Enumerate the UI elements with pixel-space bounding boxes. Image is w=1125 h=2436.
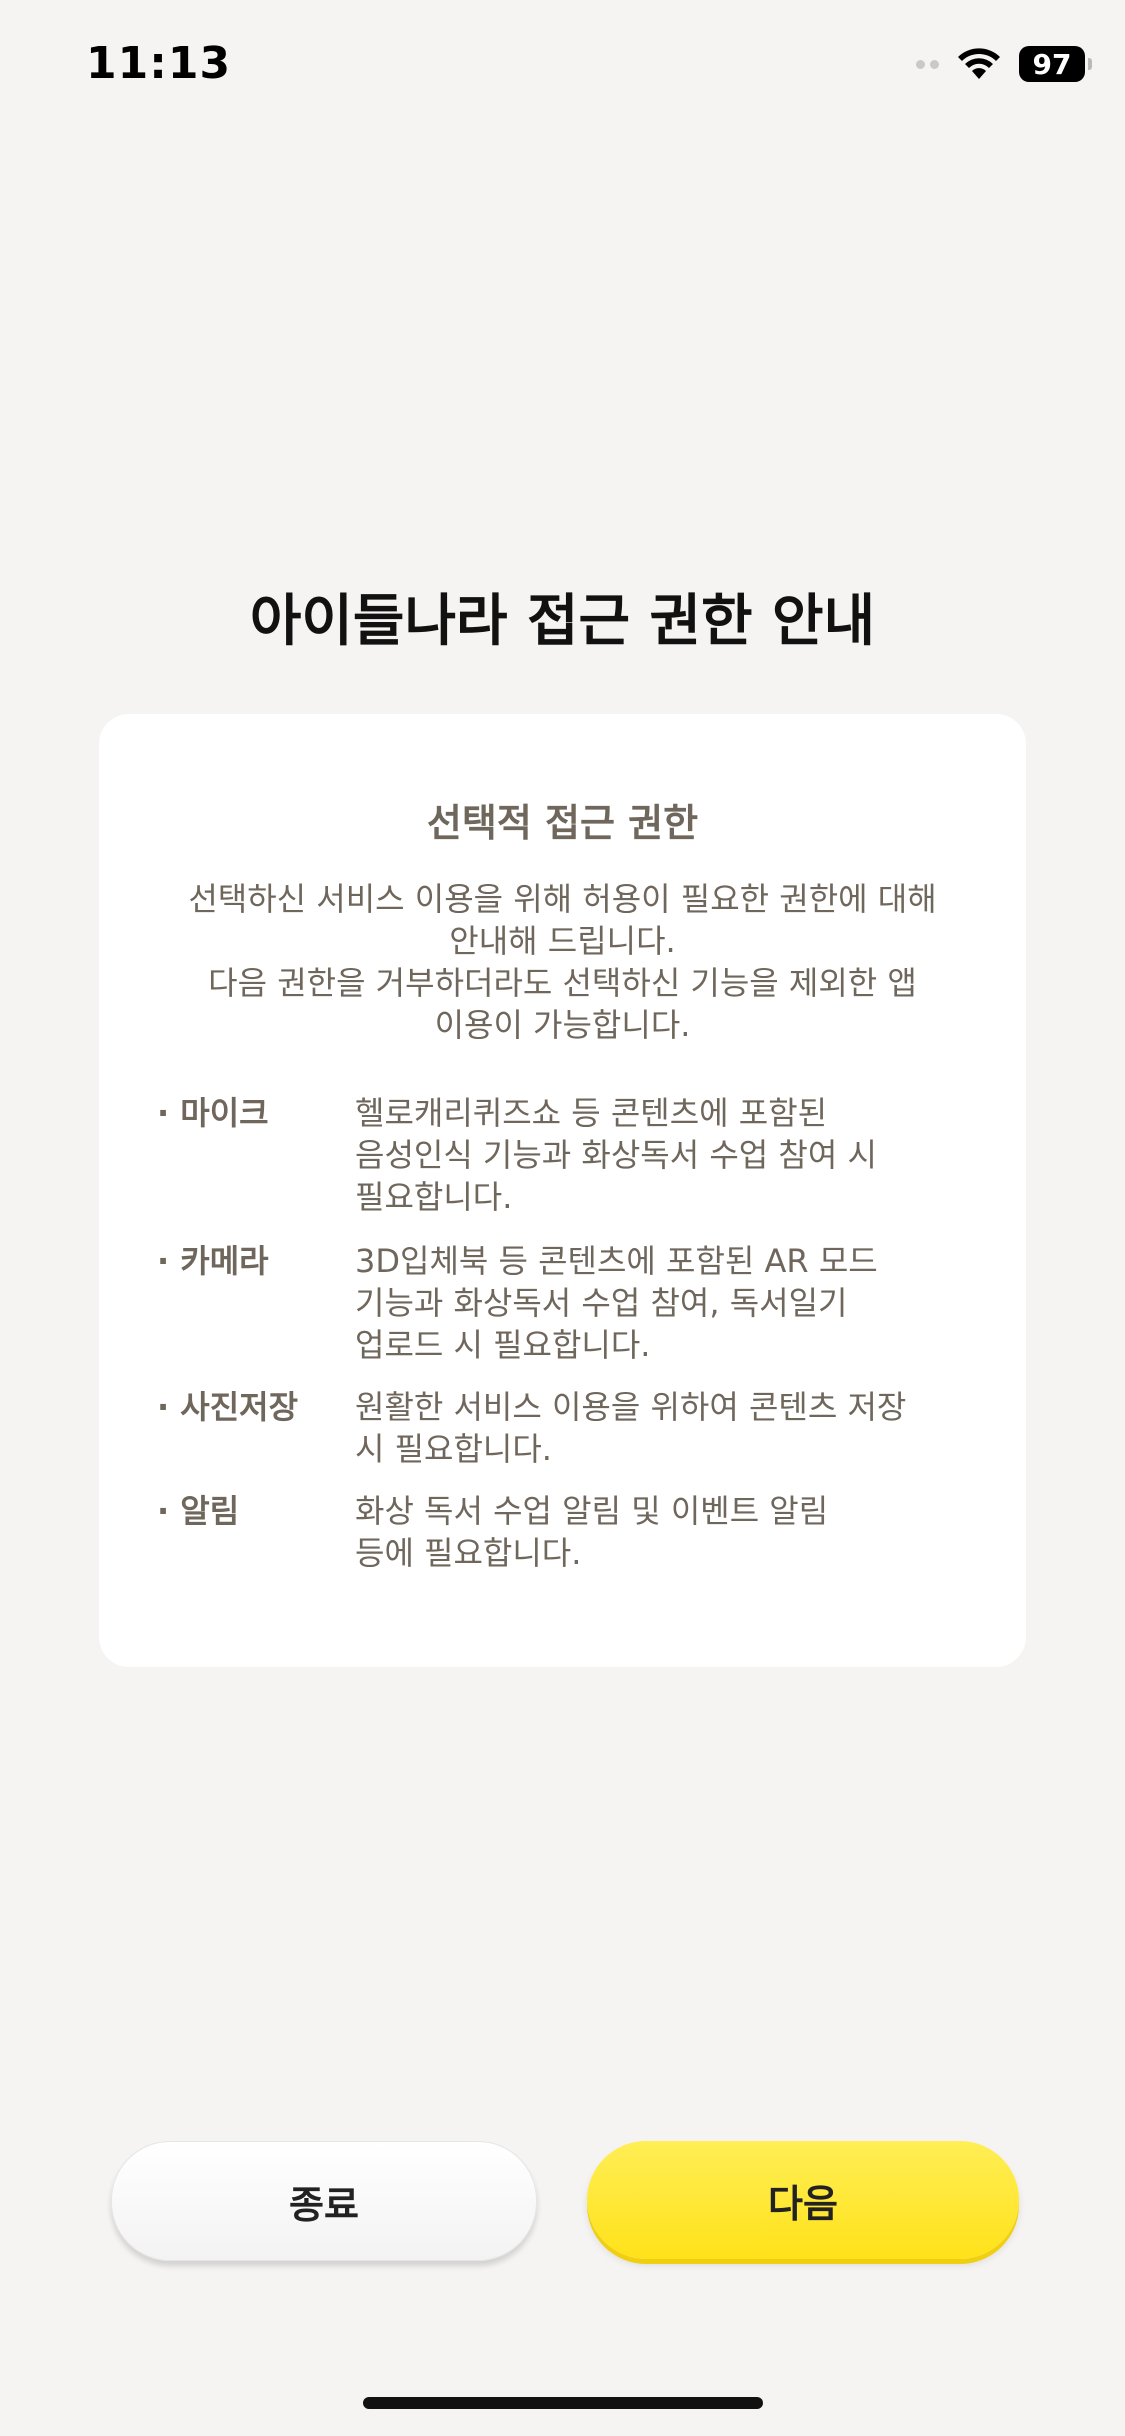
- permission-description-line: 필요합니다.: [355, 1178, 513, 1216]
- permission-description: 화상 독서 수업 알림 및 이벤트 알림 등에 필요합니다.: [355, 1490, 955, 1574]
- permission-description-line: 음성인식 기능과 화상독서 수업 참여 시: [355, 1136, 877, 1174]
- permission-description-line: 업로드 시 필요합니다.: [355, 1326, 651, 1364]
- next-button[interactable]: 다음: [587, 2141, 1019, 2259]
- permission-description-line: 시 필요합니다.: [355, 1430, 552, 1468]
- exit-button[interactable]: 종료: [111, 2141, 537, 2261]
- description-line: 선택하신 서비스 이용을 위해 허용이 필요한 권한에 대해: [188, 880, 937, 918]
- battery-icon: 97: [1019, 46, 1092, 82]
- permission-description-line: 등에 필요합니다.: [355, 1534, 582, 1572]
- permission-name: · 카메라: [157, 1242, 269, 1280]
- wifi-icon: [958, 48, 1000, 79]
- permission-description: 헬로캐리퀴즈쇼 등 콘텐츠에 포함된 음성인식 기능과 화상독서 수업 참여 시…: [355, 1092, 955, 1218]
- status-time: 11:13: [86, 38, 232, 89]
- home-indicator[interactable]: [363, 2397, 763, 2409]
- permission-name: · 알림: [157, 1492, 240, 1530]
- card-description: 선택하신 서비스 이용을 위해 허용이 필요한 권한에 대해 안내해 드립니다.…: [159, 878, 966, 1046]
- cellular-dots-icon: [916, 59, 939, 69]
- card-title: 선택적 접근 권한: [426, 801, 699, 845]
- permission-description-line: 기능과 화상독서 수업 참여, 독서일기: [355, 1284, 848, 1322]
- permission-description-line: 헬로캐리퀴즈쇼 등 콘텐츠에 포함된: [355, 1094, 828, 1132]
- permission-screen: 11:13 97 아이들나라 접근 권한 안내 선택적 접근 권한 선택하신 서…: [0, 0, 1125, 2436]
- permission-description-line: 원활한 서비스 이용을 위하여 콘텐츠 저장: [355, 1388, 907, 1426]
- description-line: 안내해 드립니다.: [449, 922, 676, 960]
- permission-name: · 마이크: [157, 1094, 269, 1132]
- status-icons: 97: [916, 46, 1092, 82]
- permission-description: 3D입체북 등 콘텐츠에 포함된 AR 모드 기능과 화상독서 수업 참여, 독…: [355, 1240, 955, 1366]
- permission-description-line: 화상 독서 수업 알림 및 이벤트 알림: [355, 1492, 829, 1530]
- status-bar: 11:13 97: [0, 0, 1125, 140]
- permission-card: 선택적 접근 권한 선택하신 서비스 이용을 위해 허용이 필요한 권한에 대해…: [99, 714, 1026, 1667]
- permission-description: 원활한 서비스 이용을 위하여 콘텐츠 저장 시 필요합니다.: [355, 1386, 955, 1470]
- exit-button-label: 종료: [289, 2182, 359, 2227]
- description-line: 이용이 가능합니다.: [434, 1006, 691, 1044]
- next-button-label: 다음: [768, 2181, 838, 2226]
- permission-name: · 사진저장: [157, 1388, 299, 1426]
- battery-level: 97: [1032, 47, 1072, 81]
- page-title: 아이들나라 접근 권한 안내: [249, 589, 876, 654]
- permission-description-line: 3D입체북 등 콘텐츠에 포함된 AR 모드: [355, 1242, 878, 1280]
- description-line: 다음 권한을 거부하더라도 선택하신 기능을 제외한 앱: [208, 964, 917, 1002]
